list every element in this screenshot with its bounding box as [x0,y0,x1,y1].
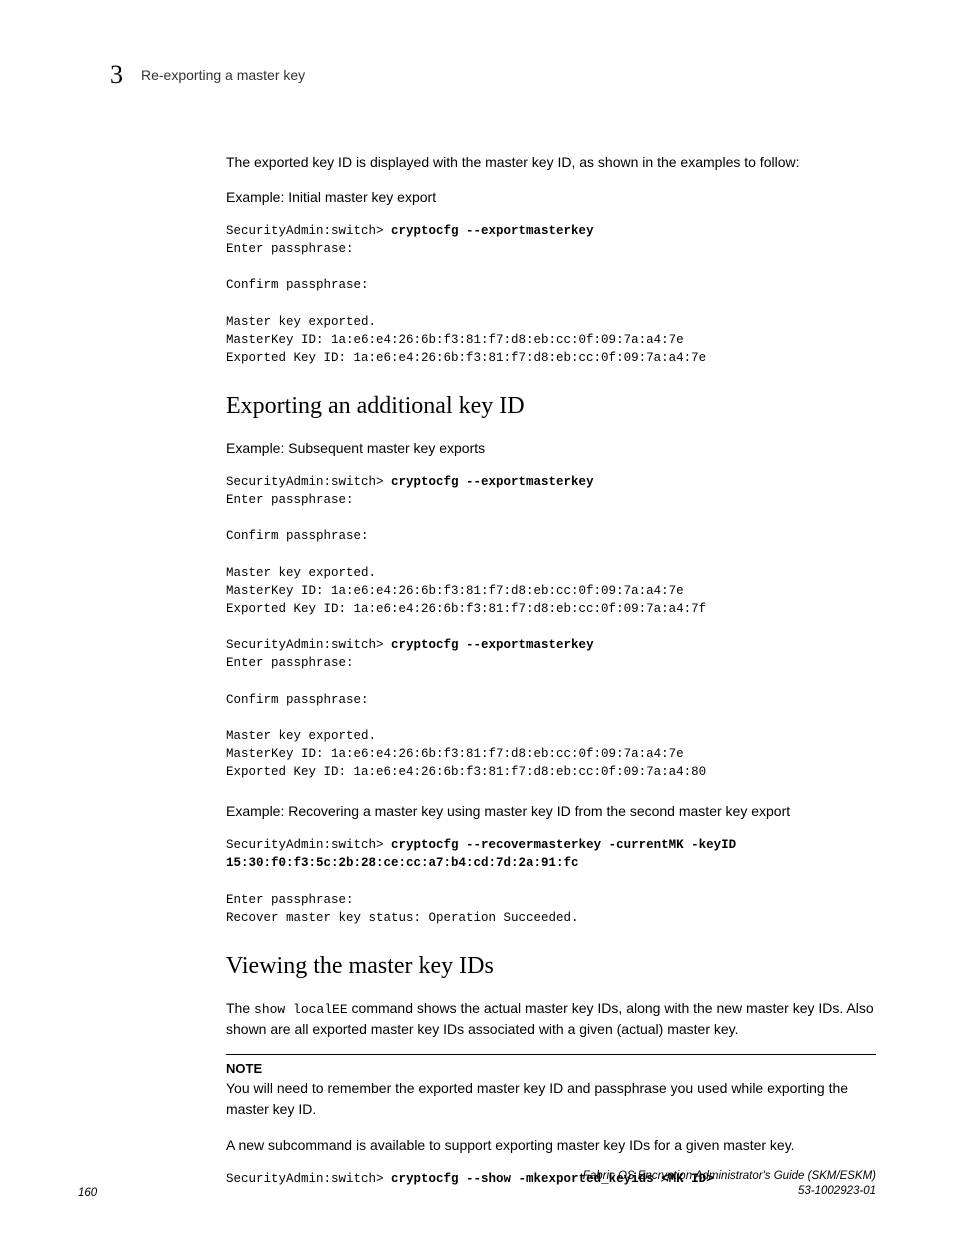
note-text: You will need to remember the exported m… [226,1078,876,1119]
note-label: NOTE [226,1061,876,1076]
example-label: Example: Initial master key export [226,187,876,208]
page-header: 3 Re-exporting a master key [78,60,876,90]
running-title: Re-exporting a master key [141,67,305,83]
section-title-viewing: Viewing the master key IDs [226,953,876,980]
page-number: 160 [78,1187,97,1199]
section-title-exporting: Exporting an additional key ID [226,393,876,420]
page-footer: 160 Fabric OS Encryption Administrator's… [78,1169,876,1199]
example-label: Example: Subsequent master key exports [226,438,876,459]
subcommand-paragraph: A new subcommand is available to support… [226,1135,876,1156]
doc-title: Fabric OS Encryption Administrator's Gui… [583,1169,876,1184]
viewing-paragraph: The show localEE command shows the actua… [226,998,876,1041]
intro-paragraph: The exported key ID is displayed with th… [226,152,876,173]
main-content: The exported key ID is displayed with th… [226,152,876,1188]
example-label: Example: Recovering a master key using m… [226,801,876,822]
inline-code: show localEE [254,1002,348,1017]
note-divider [226,1054,876,1055]
chapter-number: 3 [110,60,123,90]
footer-doc-info: Fabric OS Encryption Administrator's Gui… [583,1169,876,1199]
doc-id: 53-1002923-01 [583,1184,876,1199]
code-block-1: SecurityAdmin:switch> cryptocfg --export… [226,222,876,367]
code-block-3: SecurityAdmin:switch> cryptocfg --recove… [226,836,876,927]
code-block-2: SecurityAdmin:switch> cryptocfg --export… [226,473,876,781]
